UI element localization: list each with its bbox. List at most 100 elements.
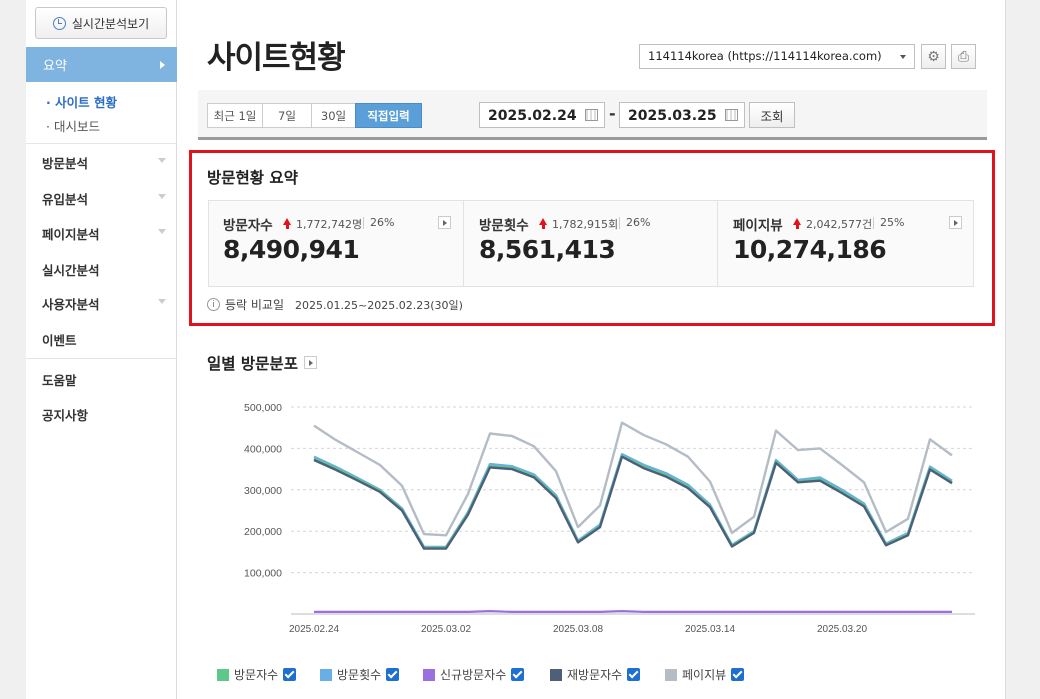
date-separator: - [609, 104, 616, 123]
summary-title: 방문현황 요약 [207, 169, 298, 187]
menu-item-visit-analysis[interactable]: 방문분석 [42, 153, 88, 172]
chart-title: 일별 방문분포 [207, 355, 298, 373]
divider [873, 217, 874, 229]
x-tick-label: 2025.02.24 [289, 624, 339, 635]
card-value: 10,274,186 [733, 235, 887, 264]
legend-label: 재방문자수 [567, 668, 623, 682]
legend-label: 페이지뷰 [682, 668, 727, 682]
legend-label: 방문자수 [234, 668, 279, 682]
legend-swatch [550, 668, 562, 681]
expand-arrow-icon[interactable] [304, 356, 317, 369]
legend-label: 신규방문자수 [440, 668, 507, 682]
main-content: 사이트현황 114114korea (https://114114korea.c… [177, 0, 1006, 699]
chevron-down-icon [158, 158, 166, 163]
legend-visitors[interactable]: 방문자수 [217, 666, 297, 683]
expand-arrow-icon[interactable] [438, 216, 451, 229]
y-tick-label: 500,000 [244, 402, 282, 414]
arrow-up-icon [539, 218, 547, 229]
clock-icon [52, 16, 66, 30]
expand-arrow-icon[interactable] [949, 216, 962, 229]
info-icon: i [207, 298, 220, 311]
menu-item-events[interactable]: 이벤트 [42, 330, 77, 349]
x-tick-label: 2025.03.02 [421, 624, 471, 635]
menu-item-summary-label: 요약 [43, 59, 67, 74]
realtime-analysis-label: 실시간분석보기 [71, 16, 150, 31]
period-30days[interactable]: 30일 [311, 103, 356, 128]
checkbox-icon[interactable] [627, 668, 641, 681]
compare-label: 등락 비교일 [225, 298, 285, 312]
card-percent: 26% [626, 216, 651, 229]
legend-new-visitors[interactable]: 신규방문자수 [423, 666, 525, 683]
series-line [314, 610, 952, 613]
x-tick-label: 2025.03.14 [685, 624, 735, 635]
card-value: 8,561,413 [479, 235, 616, 264]
checkbox-icon[interactable] [511, 668, 525, 681]
chevron-down-icon [158, 194, 166, 199]
y-tick-label: 400,000 [244, 443, 282, 455]
daily-visits-chart: 100,000 200,000 300,000 400,000 500,000 2025.… [244, 402, 975, 635]
card-label: 방문횟수 [479, 218, 529, 234]
series-line [313, 421, 953, 537]
legend-returning-visitors[interactable]: 재방문자수 [550, 666, 641, 683]
calendar-icon[interactable] [585, 109, 598, 121]
end-date-field[interactable]: 2025.03.25 [619, 102, 745, 128]
card-value: 8,490,941 [223, 235, 360, 264]
site-select[interactable]: 114114korea (https://114114korea.com) [639, 44, 915, 69]
y-tick-label: 200,000 [244, 526, 282, 538]
card-delta: 1,772,742명 [296, 218, 363, 231]
legend-swatch [217, 668, 229, 681]
checkbox-icon[interactable] [386, 668, 400, 681]
period-7days[interactable]: 7일 [262, 103, 312, 128]
legend-pageviews[interactable]: 페이지뷰 [665, 666, 745, 683]
query-button[interactable]: 조회 [749, 102, 795, 128]
menu-item-page-analysis[interactable]: 페이지분석 [42, 224, 100, 243]
y-tick-label: 100,000 [244, 568, 282, 580]
x-tick-label: 2025.03.20 [817, 624, 867, 635]
print-icon[interactable]: ⎙ [951, 44, 976, 69]
gear-icon[interactable]: ⚙ [921, 44, 946, 69]
menu-item-realtime-analysis[interactable]: 실시간분석 [42, 260, 100, 279]
submenu-dashboard[interactable]: · 대시보드 [46, 116, 100, 135]
summary-card-visits: 방문횟수 1,782,915회 26% 8,561,413 [463, 200, 718, 287]
menu-item-summary[interactable]: 요약 [26, 47, 177, 82]
start-date-value: 2025.02.24 [488, 108, 577, 124]
menu-item-notices[interactable]: 공지사항 [42, 405, 88, 424]
arrow-up-icon [793, 218, 801, 229]
compare-period: i 등락 비교일 2025.01.25~2025.02.23(30일) [207, 296, 463, 313]
y-tick-label: 300,000 [244, 485, 282, 497]
legend-visits[interactable]: 방문횟수 [320, 666, 400, 683]
card-percent: 26% [370, 216, 395, 229]
submenu-site-status[interactable]: · 사이트 현황 [46, 92, 117, 111]
x-tick-label: 2025.03.08 [553, 624, 603, 635]
chevron-down-icon [158, 229, 166, 234]
arrow-up-icon [283, 218, 291, 229]
sidebar: 실시간분석보기 요약 · 사이트 현황 · 대시보드 방문분석 유입분석 페이지… [26, 0, 177, 699]
card-label: 페이지뷰 [733, 218, 783, 234]
checkbox-icon[interactable] [731, 668, 745, 681]
menu-item-user-analysis[interactable]: 사용자분석 [42, 294, 100, 313]
card-delta: 1,782,915회 [552, 218, 619, 231]
chevron-right-icon [160, 61, 165, 69]
compare-range: 2025.01.25~2025.02.23(30일) [295, 298, 463, 312]
card-percent: 25% [880, 216, 905, 229]
summary-card-pageviews: 페이지뷰 2,042,577건 25% 10,274,186 [717, 200, 974, 287]
card-label: 방문자수 [223, 218, 273, 234]
menu-item-help[interactable]: 도움말 [42, 370, 77, 389]
legend-swatch [320, 668, 332, 681]
calendar-icon[interactable] [725, 109, 738, 121]
divider [26, 143, 177, 144]
summary-card-visitors: 방문자수 1,772,742명 26% 8,490,941 [208, 200, 463, 287]
period-custom[interactable]: 직접입력 [355, 103, 422, 128]
page-title: 사이트현황 [207, 40, 346, 76]
chevron-down-icon [158, 299, 166, 304]
legend-swatch [665, 668, 677, 681]
start-date-field[interactable]: 2025.02.24 [479, 102, 605, 128]
divider [619, 217, 620, 229]
menu-item-inflow-analysis[interactable]: 유입분석 [42, 189, 88, 208]
period-1day[interactable]: 최근 1일 [207, 103, 263, 128]
checkbox-icon[interactable] [283, 668, 297, 681]
divider [26, 358, 177, 359]
legend-swatch [423, 668, 435, 681]
realtime-analysis-button[interactable]: 실시간분석보기 [35, 7, 167, 39]
card-delta: 2,042,577건 [806, 218, 873, 231]
